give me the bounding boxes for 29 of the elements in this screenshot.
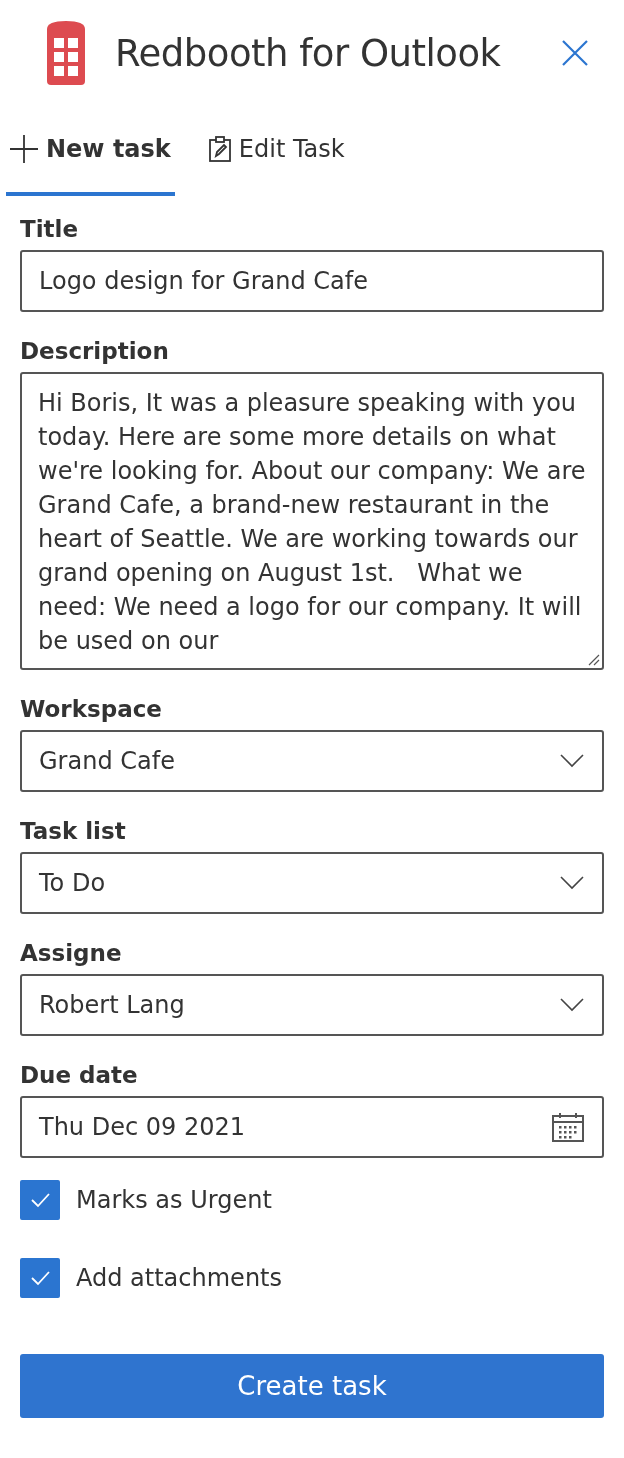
chevron-down-icon — [560, 998, 584, 1012]
plus-icon — [10, 135, 38, 163]
chevron-down-icon — [560, 754, 584, 768]
checkbox[interactable] — [20, 1258, 60, 1298]
app-title: Redbooth for Outlook — [115, 31, 502, 75]
close-icon[interactable] — [562, 40, 588, 66]
chevron-down-icon — [560, 876, 584, 890]
description-field[interactable]: Hi Boris, It was a pleasure speaking with you today. Here are some more details on what we're looking for. About our company: We are Grand Cafe, a brand-new restaurant in the heart of Seattle. We are working towards our grand opening on August 1st. What we need: We need a logo for our company. It will be used on our — [20, 372, 604, 670]
select-field[interactable]: To Do — [20, 852, 604, 914]
field-label: Assigne — [20, 939, 123, 968]
select-field[interactable]: Grand Cafe — [20, 730, 604, 792]
field-label: Task list — [20, 817, 127, 846]
clipboard-icon — [208, 136, 231, 162]
date-field[interactable]: Thu Dec 09 2021 — [20, 1096, 604, 1158]
field-label: Workspace — [20, 695, 163, 724]
checkbox[interactable] — [20, 1180, 60, 1220]
field-label: Due date — [20, 1061, 139, 1090]
checkbox-label: Marks as Urgent — [76, 1186, 272, 1214]
select-field[interactable]: Robert Lang — [20, 974, 604, 1036]
field-label: Title — [20, 215, 80, 244]
checkbox-label: Add attachments — [76, 1264, 282, 1292]
tab[interactable]: Edit Task — [204, 106, 349, 196]
tab[interactable]: New task — [6, 106, 175, 196]
field-label: Description — [20, 337, 170, 366]
resize-grip-icon[interactable] — [588, 654, 600, 666]
create-task-button[interactable]: Create task — [20, 1354, 604, 1418]
title-field[interactable]: Logo design for Grand Cafe — [20, 250, 604, 312]
phone-booth-logo — [47, 21, 85, 85]
calendar-icon[interactable] — [552, 1112, 584, 1142]
